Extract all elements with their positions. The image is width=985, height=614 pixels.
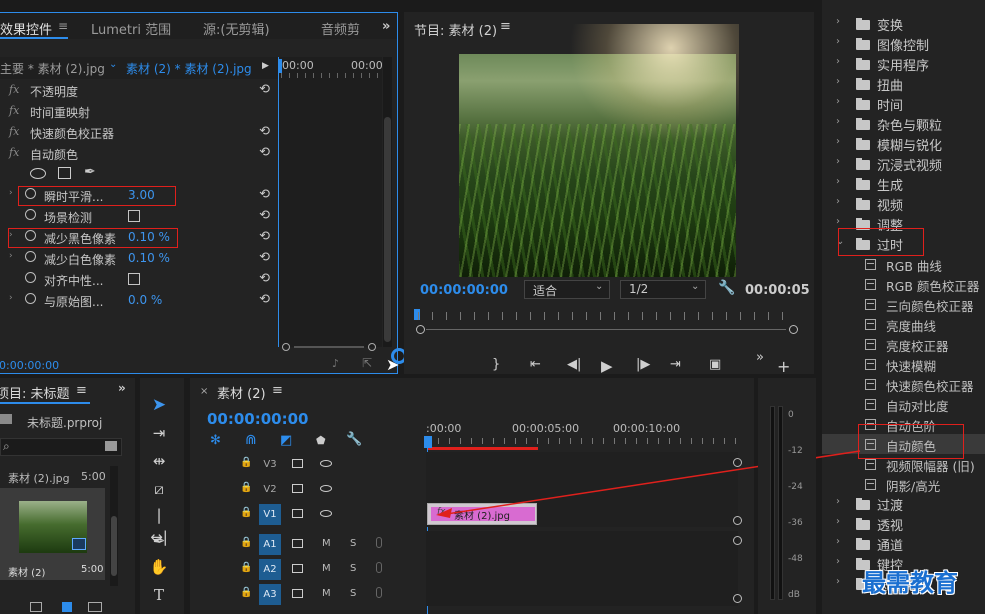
meter-label: -48 (788, 554, 803, 564)
watermark: 最需教育 (862, 569, 958, 597)
meter-bar-right (778, 406, 783, 600)
meter-label: -12 (788, 446, 803, 456)
meter-bar-left (770, 406, 775, 600)
drag-arrow (436, 450, 861, 518)
meter-label: dB (788, 590, 800, 600)
meter-label: -24 (788, 482, 803, 492)
audio-meter-panel: 0 -12 -24 -36 -48 dB (758, 378, 816, 614)
meter-label: 0 (788, 410, 794, 420)
meter-label: -36 (788, 518, 803, 528)
